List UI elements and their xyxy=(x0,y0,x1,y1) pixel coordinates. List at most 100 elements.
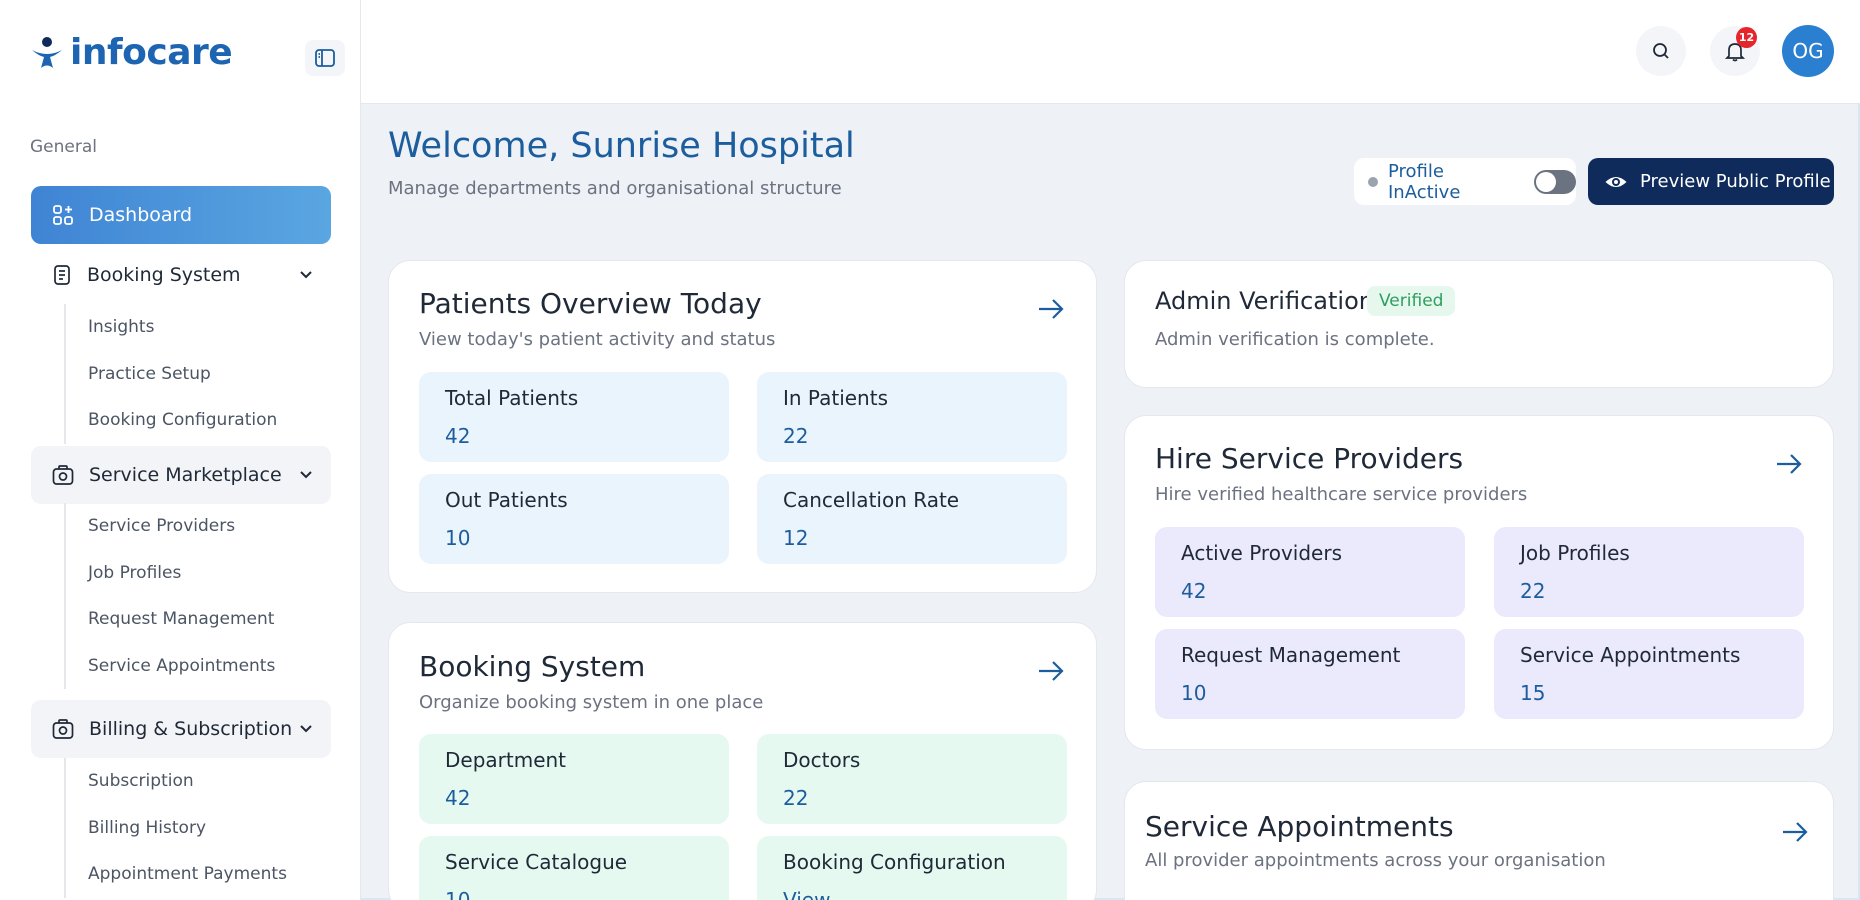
sidebar-item-label: Billing & Subscription xyxy=(89,718,293,740)
sidebar-item-label: Booking System xyxy=(87,264,241,286)
sidebar-subitem-practice-setup[interactable]: Practice Setup xyxy=(66,351,277,398)
chevron-down-icon[interactable] xyxy=(297,466,315,484)
profile-status-toggle[interactable]: Profile InActive xyxy=(1354,158,1577,205)
sidebar-item-booking-system[interactable]: Booking System xyxy=(31,246,331,304)
chevron-down-icon[interactable] xyxy=(297,720,315,738)
hire-service-providers-card: Hire Service Providers Hire verified hea… xyxy=(1124,415,1834,750)
sidebar-subitem-appointment-payments[interactable]: Appointment Payments xyxy=(66,851,287,898)
preview-public-profile-button[interactable]: Preview Public Profile xyxy=(1588,158,1834,205)
search-button[interactable] xyxy=(1636,26,1686,76)
tile-value: 15 xyxy=(1520,681,1546,705)
tile-label: Service Appointments xyxy=(1520,643,1741,667)
preview-button-label: Preview Public Profile xyxy=(1640,171,1831,192)
sidebar-item-label: Service Marketplace xyxy=(89,464,282,486)
tile-label: Cancellation Rate xyxy=(783,488,960,512)
card-title: Hire Service Providers xyxy=(1155,442,1464,475)
arrow-right-icon[interactable] xyxy=(1037,297,1065,321)
brand-logo[interactable]: infocare xyxy=(30,32,233,73)
tile-value: 42 xyxy=(445,424,471,448)
tile-value: 12 xyxy=(783,526,809,550)
billing-submenu: Subscription Billing History Appointment… xyxy=(64,758,287,898)
document-icon xyxy=(54,265,70,285)
stat-tile-department[interactable]: Department 42 xyxy=(419,734,729,824)
status-dot xyxy=(1368,176,1378,187)
sidebar-toggle-button[interactable] xyxy=(305,40,345,76)
logo-mark-icon xyxy=(32,36,62,68)
card-subtitle: All provider appointments across your or… xyxy=(1145,850,1606,871)
card-title: Admin Verification xyxy=(1155,287,1374,315)
stat-tile-service-catalogue[interactable]: Service Catalogue 10 xyxy=(419,836,729,900)
search-icon xyxy=(1653,43,1669,59)
brand-name: infocare xyxy=(70,32,233,73)
sidebar-subitem-billing-history[interactable]: Billing History xyxy=(66,805,287,852)
tile-value: 10 xyxy=(445,888,471,900)
booking-system-submenu: Insights Practice Setup Booking Configur… xyxy=(64,304,277,444)
tile-value: 10 xyxy=(1181,681,1207,705)
sidebar-subitem-booking-configuration[interactable]: Booking Configuration xyxy=(66,397,277,444)
sidebar-item-service-marketplace[interactable]: Service Marketplace xyxy=(31,446,331,504)
profile-active-switch[interactable] xyxy=(1534,169,1577,194)
profile-status-label: Profile InActive xyxy=(1388,160,1461,203)
tile-label: Out Patients xyxy=(445,488,568,512)
tile-label: Service Catalogue xyxy=(445,850,628,874)
arrow-right-icon[interactable] xyxy=(1775,452,1803,476)
card-title: Booking System xyxy=(419,650,646,683)
stat-tile-doctors[interactable]: Doctors 22 xyxy=(757,734,1067,824)
tile-value: 22 xyxy=(783,786,809,810)
arrow-right-icon[interactable] xyxy=(1781,820,1809,844)
stat-tile-total-patients[interactable]: Total Patients 42 xyxy=(419,372,729,462)
stat-tile-active-providers[interactable]: Active Providers 42 xyxy=(1155,527,1465,617)
tile-label: Doctors xyxy=(783,748,861,772)
page-title: Welcome, Sunrise Hospital xyxy=(388,126,855,166)
tile-label: In Patients xyxy=(783,386,888,410)
stat-tile-request-management[interactable]: Request Management 10 xyxy=(1155,629,1465,719)
sidebar-subitem-service-providers[interactable]: Service Providers xyxy=(66,503,275,550)
sidebar-subitem-request-management[interactable]: Request Management xyxy=(66,596,275,643)
tile-value: 10 xyxy=(445,526,471,550)
admin-verification-card: Admin Verification Admin verification is… xyxy=(1124,260,1834,388)
stat-tile-cancellation-rate[interactable]: Cancellation Rate 12 xyxy=(757,474,1067,564)
notification-count-badge: 12 xyxy=(1736,27,1757,48)
eye-icon xyxy=(1605,176,1627,187)
card-subtitle: View today's patient activity and status xyxy=(419,329,776,350)
tile-label: Job Profiles xyxy=(1520,541,1630,565)
sidebar-subitem-job-profiles[interactable]: Job Profiles xyxy=(66,550,275,597)
sidebar-subitem-subscription[interactable]: Subscription xyxy=(66,758,287,805)
sidebar-panel-icon xyxy=(315,49,335,67)
tile-value: 42 xyxy=(445,786,471,810)
service-marketplace-submenu: Service Providers Job Profiles Request M… xyxy=(64,503,275,689)
tile-value: 42 xyxy=(1181,579,1207,603)
sidebar-item-dashboard[interactable]: Dashboard xyxy=(31,186,331,244)
sidebar-section-general: General xyxy=(30,137,97,157)
card-subtitle: Admin verification is complete. xyxy=(1155,329,1435,350)
page-subtitle: Manage departments and organisational st… xyxy=(388,178,842,199)
service-appointments-card: Service Appointments All provider appoin… xyxy=(1124,781,1834,900)
tile-label: Request Management xyxy=(1181,643,1401,667)
chevron-down-icon[interactable] xyxy=(297,266,315,284)
tile-value: 22 xyxy=(1520,579,1546,603)
camera-bag-icon xyxy=(52,465,74,485)
booking-configuration-view-link[interactable]: View xyxy=(783,888,830,900)
stat-tile-job-profiles[interactable]: Job Profiles 22 xyxy=(1494,527,1804,617)
verified-badge: Verified xyxy=(1367,286,1456,316)
card-title: Patients Overview Today xyxy=(419,287,762,320)
sidebar-item-billing-subscription[interactable]: Billing & Subscription xyxy=(31,700,331,758)
sidebar-subitem-service-appointments[interactable]: Service Appointments xyxy=(66,643,275,690)
card-subtitle: Hire verified healthcare service provide… xyxy=(1155,484,1528,505)
sidebar-subitem-insights[interactable]: Insights xyxy=(66,304,277,351)
tile-label: Department xyxy=(445,748,567,772)
stat-tile-out-patients[interactable]: Out Patients 10 xyxy=(419,474,729,564)
tile-label: Total Patients xyxy=(445,386,579,410)
stat-tile-service-appointments[interactable]: Service Appointments 15 xyxy=(1494,629,1804,719)
tile-label: Booking Configuration xyxy=(783,850,1006,874)
booking-system-card: Booking System Organize booking system i… xyxy=(388,622,1097,900)
camera-bag-icon xyxy=(52,719,74,739)
avatar[interactable]: OG xyxy=(1782,25,1834,77)
tile-value: 22 xyxy=(783,424,809,448)
card-subtitle: Organize booking system in one place xyxy=(419,692,764,713)
dashboard-icon xyxy=(53,205,73,225)
stat-tile-booking-configuration[interactable]: Booking Configuration View xyxy=(757,836,1067,900)
arrow-right-icon[interactable] xyxy=(1037,659,1065,683)
stat-tile-in-patients[interactable]: In Patients 22 xyxy=(757,372,1067,462)
sidebar-item-label: Dashboard xyxy=(89,204,193,226)
